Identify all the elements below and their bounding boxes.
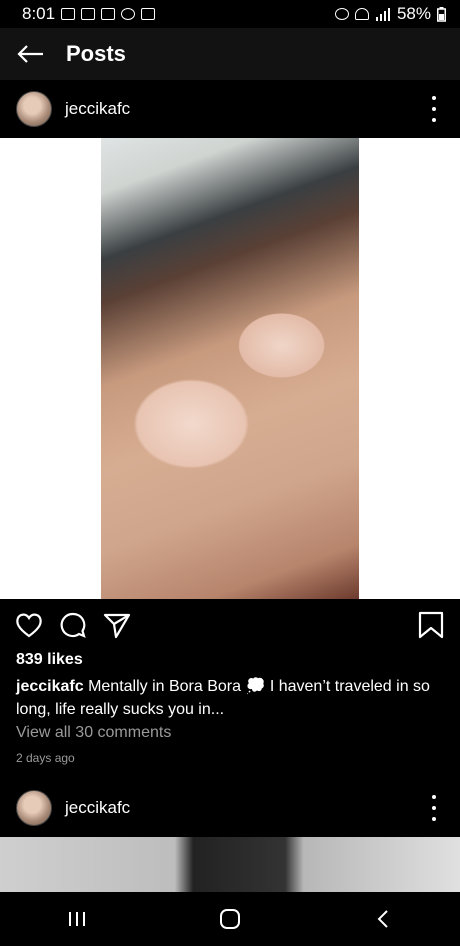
post-caption: jeccikafc Mentally in Bora Bora 💭 I have… — [16, 675, 446, 721]
recent-apps-button[interactable] — [47, 899, 107, 939]
like-heart-icon[interactable] — [14, 610, 44, 640]
status-left: 8:01 — [22, 4, 156, 24]
chevron-left-icon — [377, 910, 389, 928]
back-button[interactable] — [0, 28, 60, 80]
wifi-icon — [354, 8, 369, 20]
avatar[interactable] — [16, 790, 52, 826]
more-options-button[interactable] — [422, 96, 446, 122]
post-username[interactable]: jeccikafc — [65, 798, 130, 818]
post-username[interactable]: jeccikafc — [65, 99, 130, 119]
voicemail-icon — [61, 8, 76, 20]
image-icon — [141, 8, 156, 20]
status-time: 8:01 — [22, 4, 56, 23]
post-header: jeccikafc — [0, 779, 460, 837]
spotify-icon — [121, 8, 136, 20]
caption-username[interactable]: jeccikafc — [16, 678, 84, 695]
share-icon[interactable] — [102, 610, 132, 640]
post-timestamp: 2 days ago — [16, 751, 75, 765]
post-image-container — [0, 138, 460, 599]
post-header: jeccikafc — [0, 80, 460, 138]
likes-count[interactable]: 839 likes — [16, 651, 83, 669]
recent-apps-icon — [68, 912, 85, 926]
bookmark-icon[interactable] — [416, 610, 446, 640]
system-nav-bar — [0, 892, 460, 946]
mail-icon — [101, 8, 116, 20]
top-bar: Posts — [0, 28, 460, 80]
home-icon — [219, 909, 240, 929]
system-back-button[interactable] — [353, 899, 413, 939]
dot-icon — [432, 817, 436, 821]
post-photo[interactable] — [101, 138, 359, 599]
back-arrow-icon — [17, 45, 43, 63]
comment-icon[interactable] — [58, 610, 88, 640]
post-photo[interactable] — [0, 837, 460, 892]
view-comments-link[interactable]: View all 30 comments — [16, 724, 171, 742]
page-title: Posts — [66, 41, 126, 66]
status-bar: 8:01 58% — [0, 0, 460, 28]
dot-icon — [432, 795, 436, 799]
dot-icon — [432, 806, 436, 810]
signal-icon — [375, 8, 390, 21]
status-right: 58% — [334, 4, 446, 24]
battery-icon — [437, 6, 446, 22]
dot-icon — [432, 107, 436, 111]
battery-percent: 58% — [396, 4, 431, 23]
post-actions — [0, 606, 460, 644]
notification-icon — [81, 8, 96, 20]
home-button[interactable] — [200, 899, 260, 939]
more-options-button[interactable] — [422, 795, 446, 821]
dot-icon — [432, 118, 436, 122]
dot-icon — [432, 96, 436, 100]
avatar[interactable] — [16, 91, 52, 127]
alarm-icon — [334, 8, 349, 20]
